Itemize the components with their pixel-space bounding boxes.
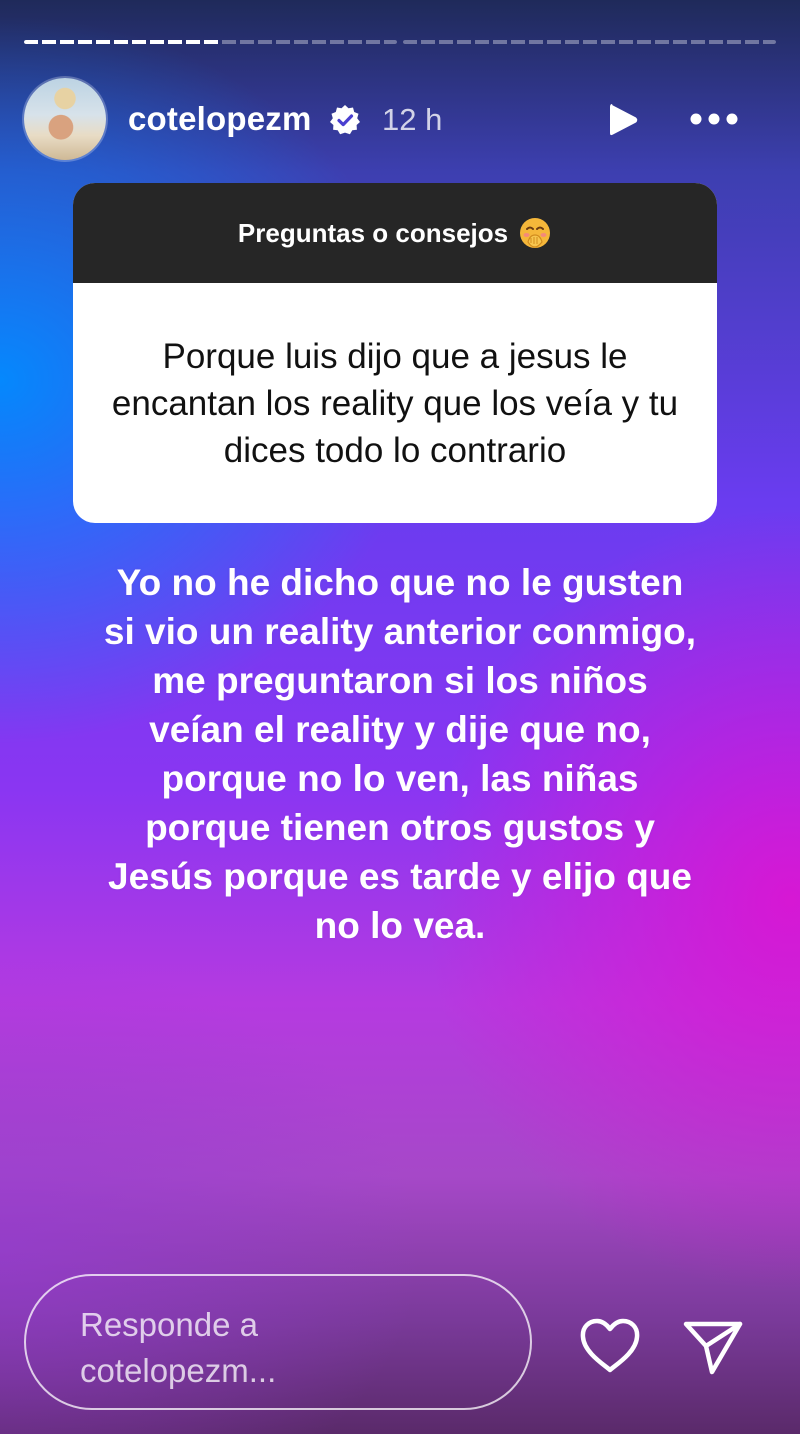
verified-badge-icon xyxy=(330,105,360,135)
question-text: Porque luis dijo que a jesus le encantan… xyxy=(111,336,679,470)
username[interactable]: cotelopezm xyxy=(128,100,312,138)
hand-over-mouth-emoji-icon xyxy=(520,218,551,248)
story-progress-bar xyxy=(24,40,776,45)
reply-placeholder: Responde a cotelopezm... xyxy=(80,1306,277,1389)
heart-icon[interactable] xyxy=(578,1316,642,1376)
question-sticker-header: Preguntas o consejos xyxy=(73,183,717,283)
progress-segment xyxy=(403,40,776,44)
question-sticker-title: Preguntas o consejos xyxy=(237,217,509,248)
play-icon[interactable] xyxy=(602,100,642,140)
post-time: 12 h xyxy=(382,102,443,137)
reply-input[interactable]: Responde a cotelopezm... xyxy=(24,1274,532,1410)
progress-segment-active xyxy=(24,40,397,44)
avatar[interactable] xyxy=(24,78,106,160)
question-sticker[interactable]: Preguntas o consejos Porque luis dijo qu… xyxy=(73,183,717,523)
more-options-icon[interactable] xyxy=(686,104,742,134)
answer-text: Yo no he dicho que no le gusten si vio u… xyxy=(103,562,697,946)
story-header: cotelopezm 12 h xyxy=(24,78,776,160)
send-icon[interactable] xyxy=(682,1316,744,1376)
